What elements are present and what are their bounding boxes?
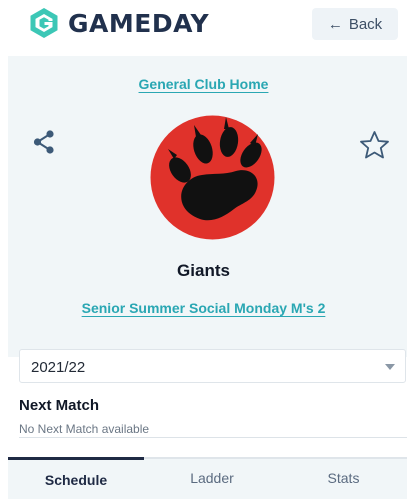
chevron-down-icon: [385, 364, 395, 370]
tab-stats[interactable]: Stats: [280, 457, 407, 499]
back-label: Back: [348, 15, 383, 33]
next-match-title: Next Match: [19, 397, 100, 414]
season-selected-value: 2021/22: [31, 359, 86, 376]
competition-link[interactable]: Senior Summer Social Monday M's 2: [0, 300, 407, 316]
gameday-logo[interactable]: GAMEDAY: [28, 7, 209, 39]
back-arrow-icon: ←: [327, 15, 343, 33]
team-name: Giants: [177, 261, 230, 280]
divider: [19, 437, 407, 438]
season-select[interactable]: 2021/22: [19, 349, 406, 383]
favourite-star-icon[interactable]: [359, 130, 390, 160]
next-match-empty-text: No Next Match available: [19, 422, 150, 436]
tab-ladder[interactable]: Ladder: [144, 457, 280, 499]
brand-name: GAMEDAY: [68, 8, 210, 38]
gameday-logo-mark-icon: [30, 8, 58, 38]
back-button[interactable]: ← Back: [312, 8, 398, 40]
tab-bar: Schedule Ladder Stats: [8, 457, 407, 499]
tab-schedule[interactable]: Schedule: [8, 457, 144, 499]
team-logo-paw-icon: [150, 115, 275, 240]
top-bar: GAMEDAY ← Back: [0, 0, 407, 55]
share-icon[interactable]: [33, 130, 55, 154]
general-club-home-link[interactable]: General Club Home: [0, 76, 407, 92]
